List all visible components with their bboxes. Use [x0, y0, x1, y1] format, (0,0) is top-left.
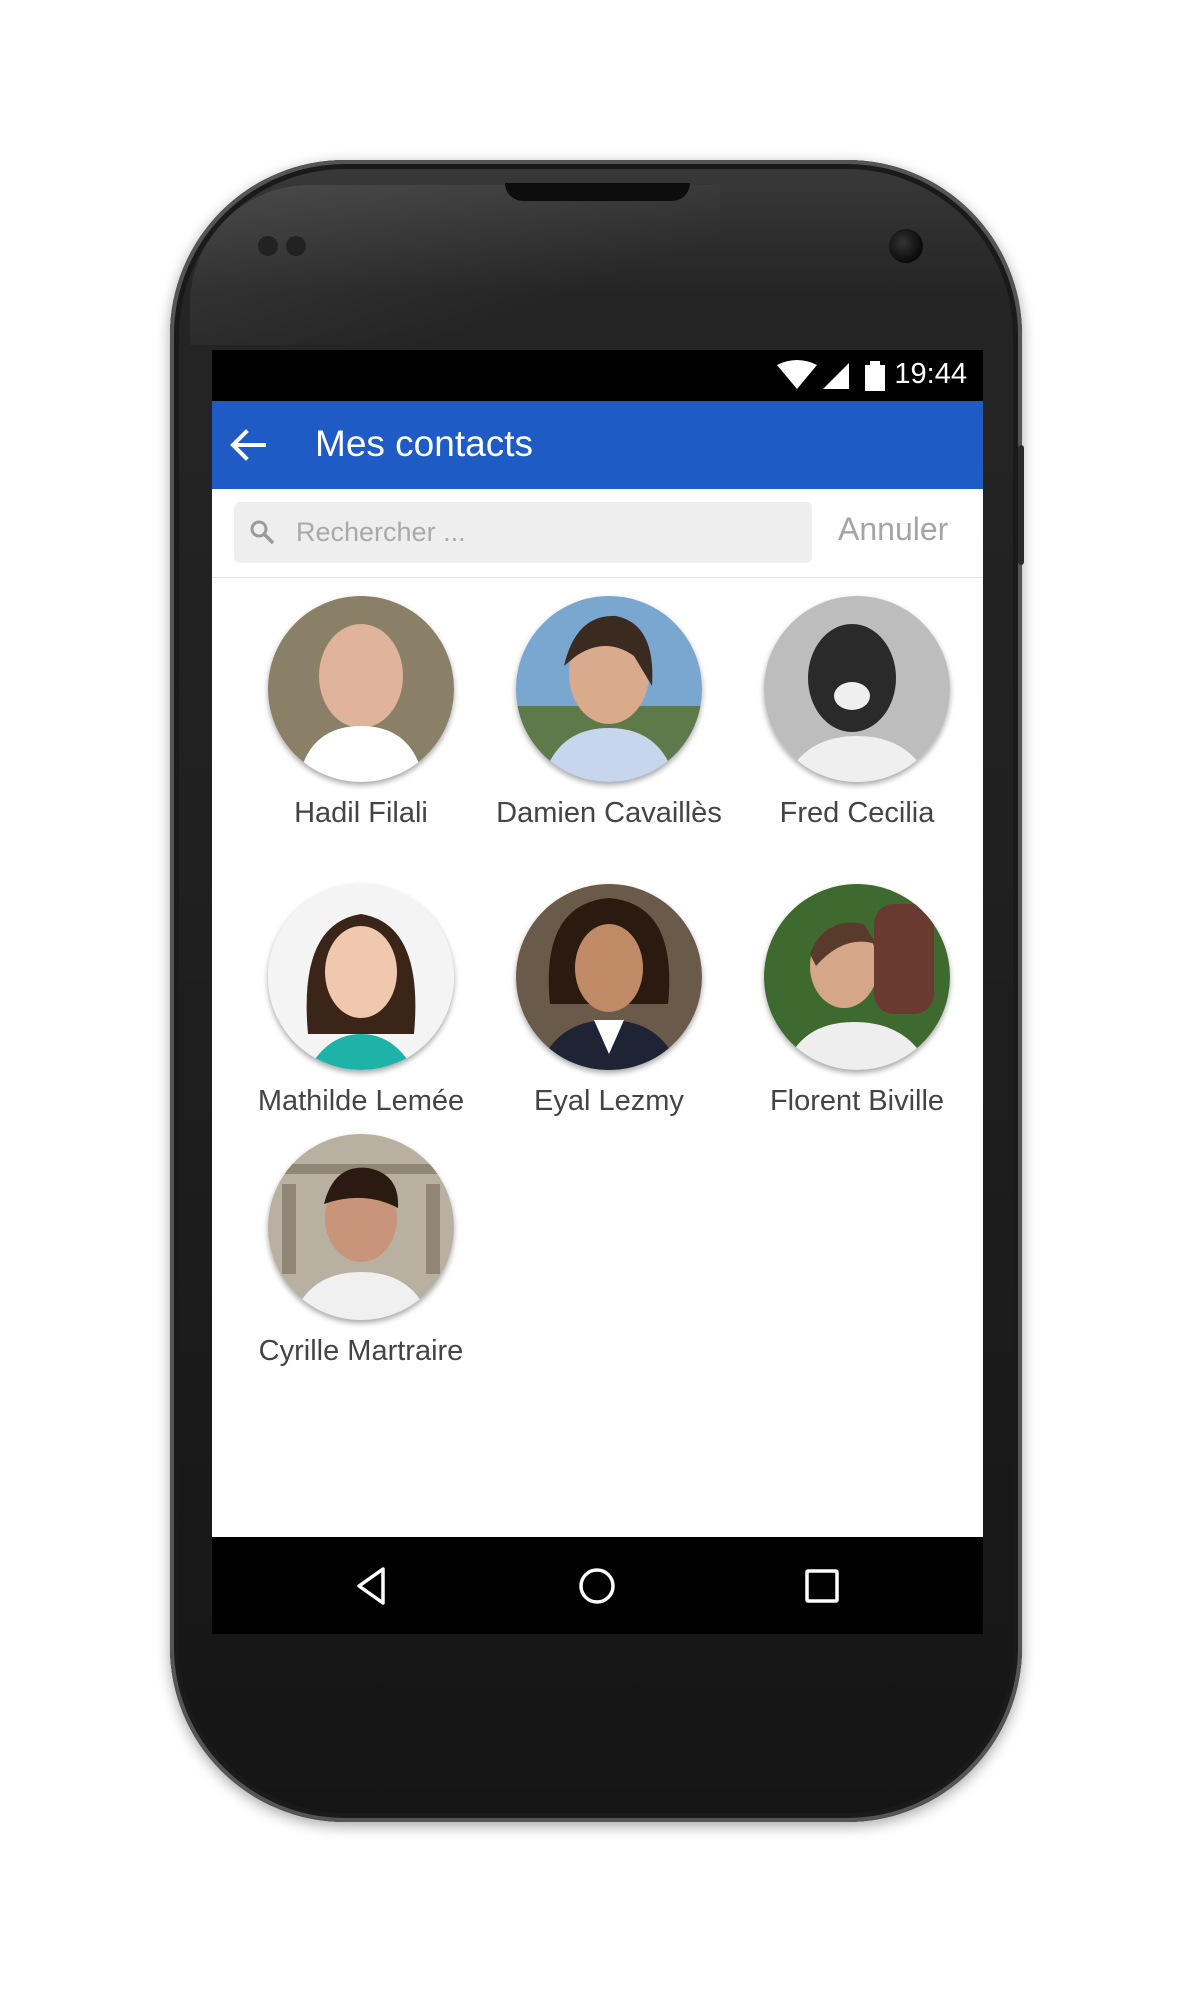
contact-name: Mathilde Lemée [257, 1085, 465, 1117]
contact-name: Fred Cecilia [779, 797, 935, 829]
arrow-left-icon [230, 429, 266, 461]
avatar [764, 884, 950, 1070]
nav-recents-button[interactable] [799, 1563, 845, 1609]
search-row: Annuler [212, 489, 983, 578]
contact-card[interactable]: Damien Cavaillès [484, 596, 734, 832]
contact-name: Damien Cavaillès [496, 797, 722, 829]
navigation-bar [212, 1537, 983, 1634]
contact-name: Hadil Filali [294, 797, 428, 829]
contact-name: Cyrille Martraire [258, 1335, 464, 1367]
contact-card[interactable]: Cyrille Martraire [236, 1134, 486, 1370]
page-title: Mes contacts [315, 423, 533, 464]
front-camera [889, 229, 923, 263]
light-sensor [286, 236, 306, 256]
earpiece-speaker [505, 183, 690, 201]
back-triangle-icon [357, 1567, 385, 1605]
avatar-photo [268, 884, 454, 1070]
wifi-icon [777, 360, 817, 389]
contact-card[interactable]: Fred Cecilia [732, 596, 982, 832]
status-bar: 19:44 [212, 350, 983, 401]
avatar [764, 596, 950, 782]
avatar [516, 596, 702, 782]
proximity-sensor [258, 236, 278, 256]
nav-back-button[interactable] [349, 1563, 395, 1609]
search-box[interactable] [234, 502, 812, 563]
battery-icon [865, 361, 885, 391]
search-input[interactable] [296, 502, 796, 563]
nav-home-button[interactable] [574, 1563, 620, 1609]
cancel-button[interactable]: Annuler [838, 511, 948, 548]
back-button[interactable] [224, 421, 272, 469]
avatar [268, 596, 454, 782]
avatar [268, 884, 454, 1070]
contact-card[interactable]: Florent Biville [732, 884, 982, 1120]
avatar-photo [516, 596, 702, 782]
avatar [268, 1134, 454, 1320]
phone-screen: 19:44 Mes contacts Annuler Hadi [212, 350, 983, 1634]
avatar-photo [268, 1134, 454, 1320]
search-icon [250, 520, 274, 544]
contact-card[interactable]: Mathilde Lemée [236, 884, 486, 1120]
recents-square-icon [805, 1569, 839, 1603]
avatar-photo [516, 884, 702, 1070]
app-bar: Mes contacts [212, 401, 983, 489]
home-circle-icon [579, 1568, 615, 1604]
avatar-photo [764, 884, 950, 1070]
avatar-photo [764, 596, 950, 782]
status-icons [777, 359, 892, 398]
power-button[interactable] [1018, 445, 1024, 565]
avatar-photo [268, 596, 454, 782]
signal-icon [823, 363, 849, 389]
contact-name: Eyal Lezmy [534, 1085, 684, 1117]
avatar [516, 884, 702, 1070]
contact-card[interactable]: Hadil Filali [236, 596, 486, 832]
contact-name: Florent Biville [769, 1085, 945, 1117]
status-time: 19:44 [894, 358, 967, 390]
contact-card[interactable]: Eyal Lezmy [484, 884, 734, 1120]
